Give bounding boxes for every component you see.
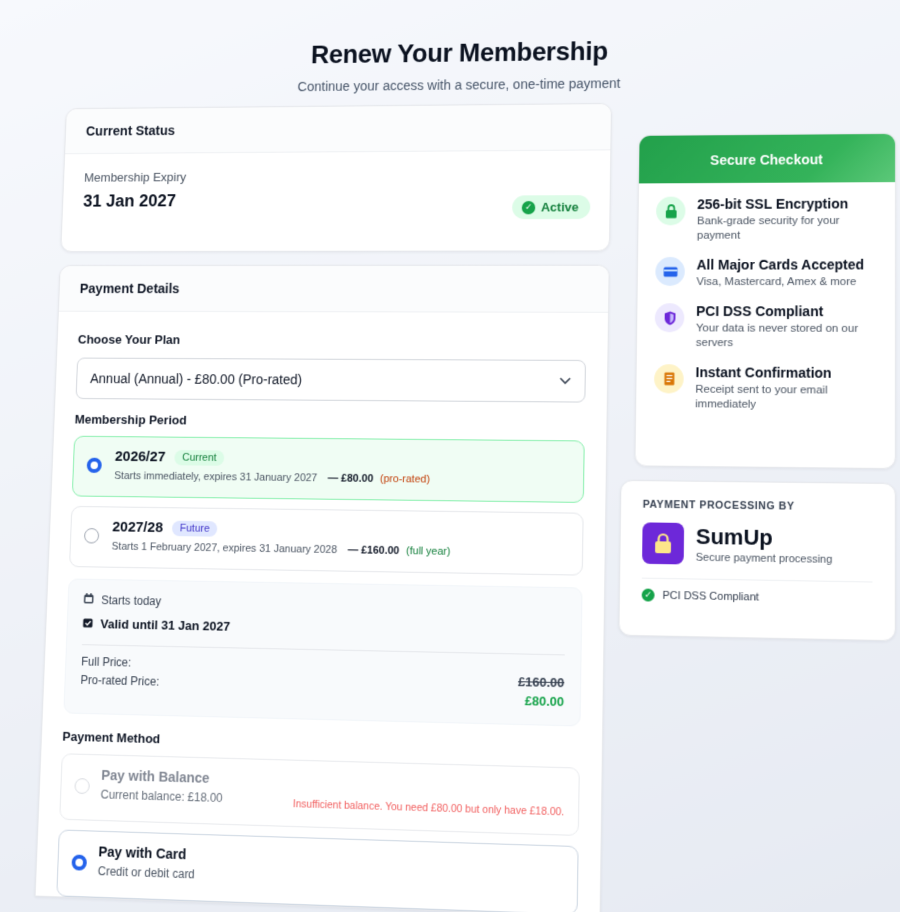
payment-processor-card: PAYMENT PROCESSING BY SumUp Secure payme… (618, 479, 896, 642)
processor-label: PAYMENT PROCESSING BY (642, 498, 795, 513)
plan-select-value: Annual (Annual) - £80.00 (Pro-rated) (89, 370, 303, 388)
period-option-2027-28[interactable]: 2027/28 Future Starts 1 February 2027, e… (69, 505, 584, 576)
current-status-heading: Current Status (65, 103, 612, 155)
period-tag: Current (174, 449, 225, 466)
page: Renew Your Membership Continue your acce… (9, 16, 897, 912)
plan-label: Choose Your Plan (77, 332, 181, 347)
page-header: Renew Your Membership Continue your acce… (41, 33, 894, 96)
secure-checkout-heading: Secure Checkout (638, 133, 896, 184)
feature-confirmation: Instant Confirmation Receipt sent to you… (636, 364, 895, 414)
card-icon (655, 257, 685, 286)
feature-sub: Visa, Mastercard, Amex & more (696, 276, 857, 288)
feature-sub: Bank-grade security for your payment (696, 215, 840, 242)
processor-sub: Secure payment processing (695, 551, 833, 566)
feature-ssl: 256-bit SSL Encryption Bank-grade securi… (638, 196, 895, 244)
payment-details-card: Payment Details Choose Your Plan Annual … (34, 264, 610, 912)
calendar-icon (83, 593, 94, 607)
starts-text: Starts today (101, 593, 162, 609)
check-circle-icon: ✓ (521, 200, 536, 214)
current-status-card: Current Status Membership Expiry 31 Jan … (60, 103, 612, 253)
period-radio[interactable] (86, 457, 102, 474)
period-tag: Future (172, 520, 218, 537)
payment-details-heading: Payment Details (58, 265, 609, 313)
processor-divider (641, 577, 873, 583)
feature-title: Instant Confirmation (695, 364, 832, 381)
period-price: — £80.00 (327, 472, 374, 485)
full-price-value: £160.00 (517, 674, 565, 691)
payment-method-label: Payment Method (62, 728, 161, 747)
processor-name: SumUp (695, 524, 773, 550)
check-circle-icon: ✓ (641, 588, 655, 602)
calendar-check-icon (82, 616, 93, 631)
period-note: (pro-rated) (379, 473, 431, 486)
chevron-down-icon (559, 374, 571, 388)
pci-compliant-text: PCI DSS Compliant (662, 589, 759, 604)
feature-title: All Major Cards Accepted (696, 256, 865, 273)
status-badge: ✓ Active (511, 195, 591, 220)
period-option-2026-27[interactable]: 2026/27 Current Starts immediately, expi… (71, 435, 585, 503)
page-subtitle: Continue your access with a secure, one-… (297, 75, 621, 95)
period-note: (full year) (405, 545, 451, 558)
expiry-label: Membership Expiry (83, 169, 187, 185)
period-label: Membership Period (74, 412, 187, 428)
secure-checkout-card: Secure Checkout 256-bit SSL Encryption B… (634, 132, 897, 470)
feature-title: 256-bit SSL Encryption (697, 195, 849, 212)
prorated-price-value: £80.00 (524, 693, 565, 710)
sumup-logo-icon (642, 522, 685, 565)
method-option-card[interactable]: Pay with Card Credit or debit card (56, 829, 579, 912)
method-option-balance[interactable]: Pay with Balance Current balance: £18.00… (59, 753, 580, 836)
period-desc: Starts immediately, expires 31 January 2… (114, 470, 318, 485)
feature-sub: Your data is never stored on our servers (695, 322, 859, 349)
page-title: Renew Your Membership (310, 37, 609, 69)
shield-icon (654, 303, 685, 333)
feature-sub: Receipt sent to your email immediately (695, 383, 828, 411)
lock-icon (655, 196, 686, 226)
method-radio[interactable] (74, 778, 90, 795)
feature-title: PCI DSS Compliant (696, 303, 824, 320)
period-title: 2027/28 (112, 518, 164, 536)
feature-cards: All Major Cards Accepted Visa, Mastercar… (638, 257, 895, 290)
period-desc: Starts 1 February 2027, expires 31 Janua… (111, 540, 338, 556)
period-radio[interactable] (83, 528, 100, 544)
plan-select[interactable]: Annual (Annual) - £80.00 (Pro-rated) (75, 357, 586, 403)
method-radio[interactable] (71, 854, 88, 871)
feature-pci: PCI DSS Compliant Your data is never sto… (637, 303, 895, 351)
price-summary: Starts today Valid until 31 Jan 2027 Ful… (63, 578, 583, 727)
period-title: 2026/27 (114, 448, 166, 466)
receipt-icon (653, 364, 684, 394)
valid-until-text: Valid until 31 Jan 2027 (100, 616, 231, 634)
period-price: — £160.00 (347, 544, 400, 557)
status-badge-label: Active (540, 199, 579, 215)
